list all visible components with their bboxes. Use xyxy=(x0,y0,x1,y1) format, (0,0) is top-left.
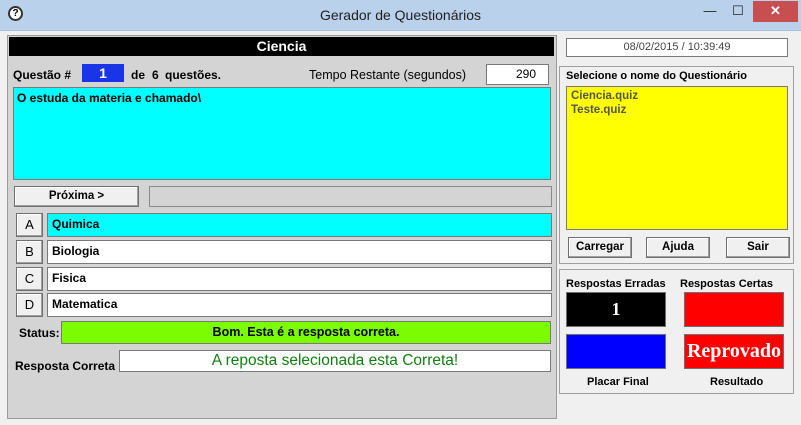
quiz-file-item[interactable]: Teste.quiz xyxy=(571,103,783,117)
option-d-field[interactable]: Matematica xyxy=(47,293,552,317)
status-label: Status: xyxy=(19,326,60,340)
option-b-button[interactable]: B xyxy=(16,240,43,264)
maximize-button[interactable]: ☐ xyxy=(724,1,752,22)
minimize-button[interactable]: — xyxy=(696,1,724,22)
wrong-answers-count: 1 xyxy=(566,292,666,327)
question-number: 1 xyxy=(82,64,124,82)
of-label: de xyxy=(131,68,146,82)
exit-button[interactable]: Sair xyxy=(726,237,790,258)
question-text: O estuda da materia e chamado\ xyxy=(13,87,551,180)
wrong-answers-label: Respostas Erradas xyxy=(566,278,666,290)
quiz-title: Ciencia xyxy=(9,37,554,56)
quiz-file-item[interactable]: Ciencia.quiz xyxy=(571,89,783,103)
right-answers-count xyxy=(684,292,784,327)
datetime-field: 08/02/2015 / 10:39:49 xyxy=(566,38,788,57)
time-remaining-field: 290 xyxy=(486,64,549,85)
option-c-field[interactable]: Fisica xyxy=(47,267,552,291)
load-button[interactable]: Carregar xyxy=(568,237,632,258)
question-label: Questão # xyxy=(13,68,72,82)
option-b-field[interactable]: Biologia xyxy=(47,240,552,264)
correct-answer-field: A reposta selecionada esta Correta! xyxy=(119,350,551,372)
result-label: Resultado xyxy=(710,376,764,388)
help-button[interactable]: Ajuda xyxy=(646,237,710,258)
option-a-button[interactable]: A xyxy=(16,213,43,237)
total-questions: 6 xyxy=(152,68,159,82)
status-field: Bom. Esta é a resposta correta. xyxy=(61,321,551,344)
progress-bar xyxy=(149,186,552,207)
right-answers-label: Respostas Certas xyxy=(680,278,773,290)
option-d-button[interactable]: D xyxy=(16,293,43,317)
next-button[interactable]: Próxima > xyxy=(14,186,139,207)
questions-label: questões. xyxy=(165,68,222,82)
time-label: Tempo Restante (segundos) xyxy=(309,68,467,82)
close-button[interactable]: ✕ xyxy=(753,1,798,22)
correct-answer-label: Resposta Correta xyxy=(15,359,116,373)
final-score-label: Placar Final xyxy=(587,376,649,388)
quiz-file-list[interactable]: Ciencia.quiz Teste.quiz xyxy=(566,86,788,230)
option-c-button[interactable]: C xyxy=(16,267,43,291)
final-score-box xyxy=(566,334,666,369)
result-box: Reprovado xyxy=(684,334,784,369)
quiz-list-label: Selecione o nome do Questionário xyxy=(566,70,747,82)
window-title: Gerador de Questionários xyxy=(319,7,482,23)
option-a-field[interactable]: Quimica xyxy=(47,213,552,237)
